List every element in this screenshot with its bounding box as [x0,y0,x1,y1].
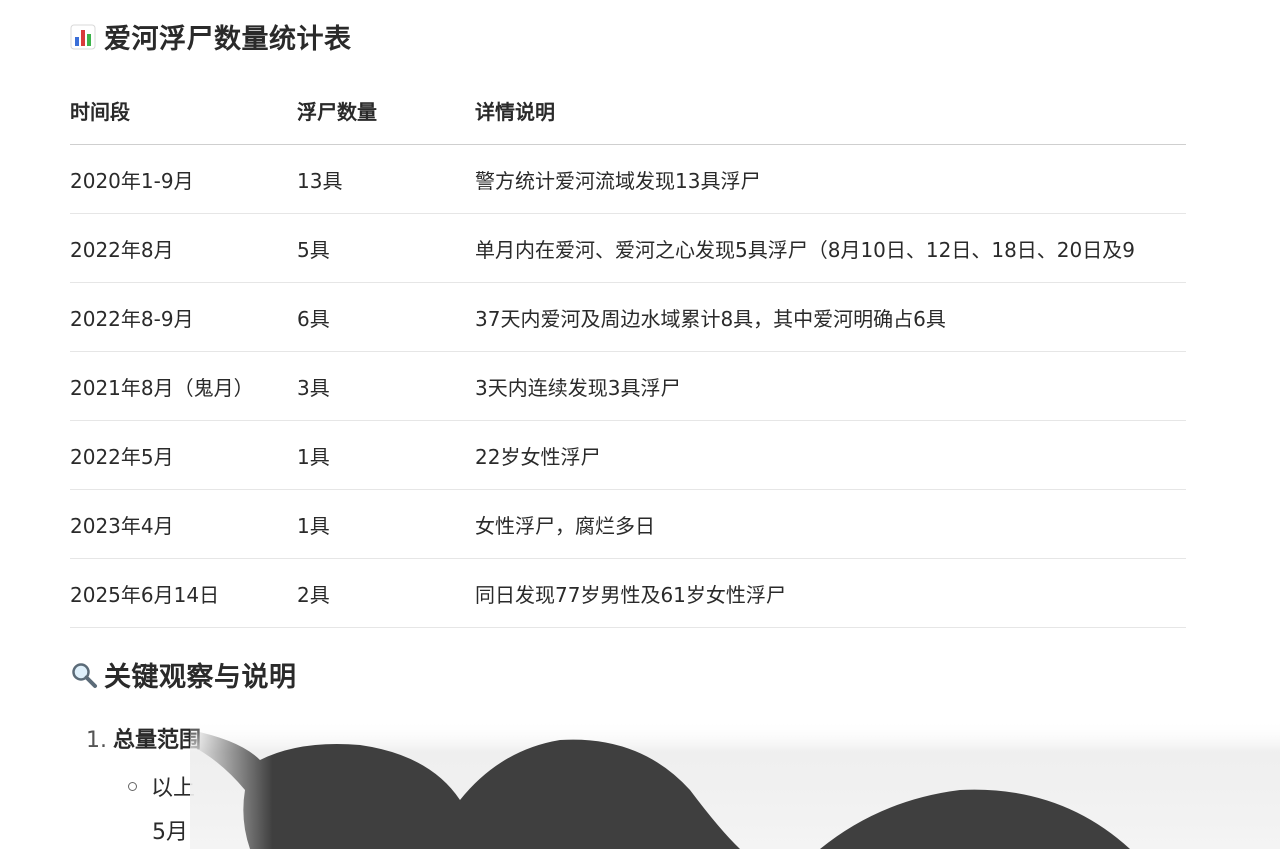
list-item-number: 1. [86,728,107,753]
table-row: 2022年8月 5具 单月内在爱河、爱河之心发现5具浮尸（8月10日、12日、1… [70,213,1186,283]
cell-count: 5具 [297,213,475,283]
stats-table-container: 时间段 浮尸数量 详情说明 2020年1-9月 13具 警方统计爱河流域发现13… [70,76,1186,628]
notes-section-heading: 关键观察与说明 [70,655,297,694]
page: 爱河浮尸数量统计表 时间段 浮尸数量 详情说明 2020年1-9月 13具 警方… [0,0,1280,849]
table-row: 2025年6月14日 2具 同日发现77岁男性及61岁女性浮尸 [70,558,1186,628]
column-header-detail: 详情说明 [475,76,1186,145]
notes-section-title: 关键观察与说明 [104,662,297,693]
table-row: 2022年5月 1具 22岁女性浮尸 [70,420,1186,490]
bar-chart-icon [70,24,96,49]
cell-period: 2023年4月 [70,489,297,559]
cell-count: 1具 [297,489,475,559]
sub-list-item-continuation: 5月 [152,820,188,845]
cell-detail: 女性浮尸，腐烂多日 [475,489,1186,559]
sub-list-item-text: 以上 [151,776,196,801]
table-row: 2020年1-9月 13具 警方统计爱河流域发现13具浮尸 [70,144,1186,214]
table-row: 2023年4月 1具 女性浮尸，腐烂多日 [70,489,1186,559]
hollow-bullet-icon [128,781,137,791]
cell-period: 2021年8月（鬼月） [70,351,297,421]
cell-period: 2022年8-9月 [70,282,297,352]
column-header-period: 时间段 [70,76,297,145]
table-section-heading: 爱河浮尸数量统计表 [70,17,352,56]
table-row: 2022年8-9月 6具 37天内爱河及周边水域累计8具，其中爱河明确占6具 [70,282,1186,352]
stats-table: 时间段 浮尸数量 详情说明 2020年1-9月 13具 警方统计爱河流域发现13… [70,76,1186,628]
list-item-title: 总量范围 [113,728,202,753]
cell-count: 1具 [297,420,475,490]
magnifier-icon [72,662,97,688]
cell-period: 2020年1-9月 [70,144,297,214]
cell-period: 2022年8月 [70,213,297,283]
list-item: 1. 总量范围 [86,722,201,754]
cell-period: 2022年5月 [70,420,297,490]
cell-detail: 3天内连续发现3具浮尸 [475,351,1186,421]
cell-count: 13具 [297,144,475,214]
cell-period: 2025年6月14日 [70,558,297,628]
cell-count: 6具 [297,282,475,352]
cell-count: 3具 [297,351,475,421]
cell-detail: 22岁女性浮尸 [475,420,1186,490]
cell-detail: 警方统计爱河流域发现13具浮尸 [475,144,1186,214]
cell-detail: 37天内爱河及周边水域累计8具，其中爱河明确占6具 [475,282,1186,352]
table-row: 2021年8月（鬼月） 3具 3天内连续发现3具浮尸 [70,351,1186,421]
table-section-title: 爱河浮尸数量统计表 [104,24,352,55]
column-header-count: 浮尸数量 [297,76,475,145]
cell-detail: 同日发现77岁男性及61岁女性浮尸 [475,558,1186,628]
cell-detail: 单月内在爱河、爱河之心发现5具浮尸（8月10日、12日、18日、20日及9 [475,213,1186,283]
sub-list-item: 以上 [128,770,195,802]
table-header-row: 时间段 浮尸数量 详情说明 [70,76,1186,145]
cell-count: 2具 [297,558,475,628]
